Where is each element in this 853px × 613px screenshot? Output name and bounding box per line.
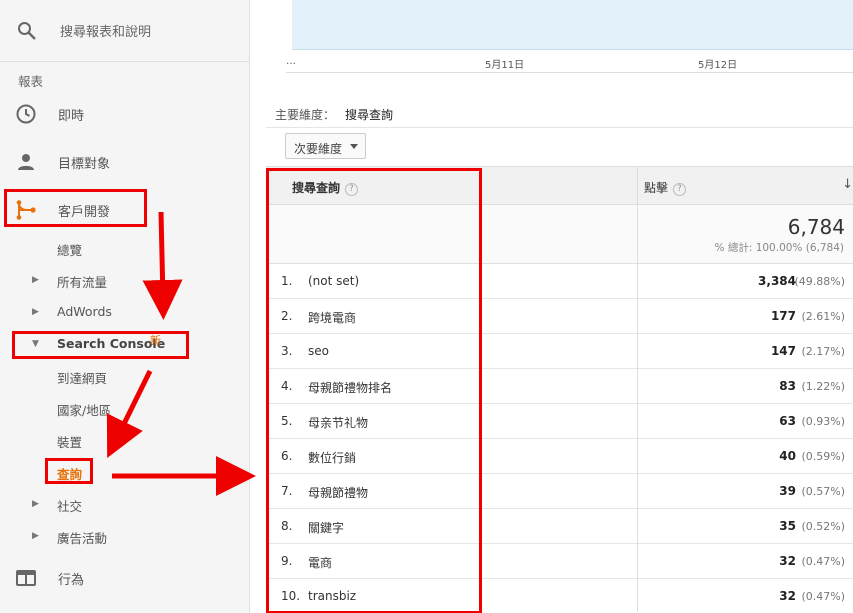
arrow-diagonal [106, 369, 153, 458]
arrow-down [142, 211, 183, 320]
annotation-arrows [106, 211, 256, 496]
